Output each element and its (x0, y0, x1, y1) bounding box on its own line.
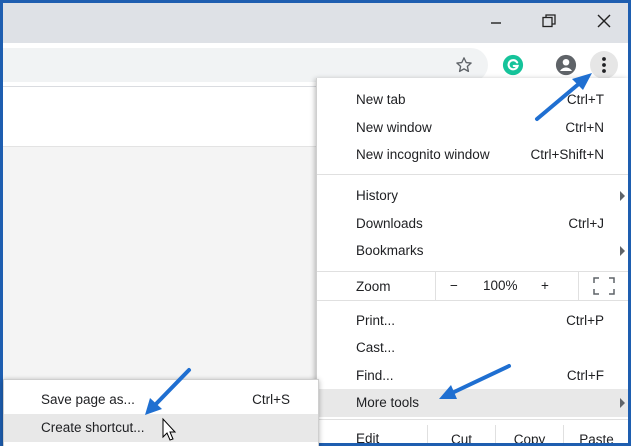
zoom-out-button[interactable]: − (450, 278, 458, 293)
submenu-item-create-shortcut[interactable]: Create shortcut... (4, 414, 318, 442)
menu-item-label: History (356, 188, 399, 203)
submenu-arrow-icon (620, 398, 625, 408)
menu-item-label: Save page as... (41, 392, 135, 407)
zoom-level: 100% (483, 278, 518, 293)
menu-item-label: More tools (356, 395, 420, 410)
restore-icon (542, 14, 556, 28)
more-menu-button[interactable] (590, 51, 618, 79)
menu-item-new-window[interactable]: New window Ctrl+N (317, 114, 628, 142)
menu-item-zoom: Zoom − 100% + (317, 272, 628, 300)
submenu-arrow-icon (620, 191, 625, 201)
title-bar (3, 3, 628, 43)
browser-main-menu: New tab Ctrl+T New window Ctrl+N New inc… (316, 78, 628, 443)
menu-item-shortcut: Ctrl+Shift+N (530, 147, 604, 162)
restore-button[interactable] (526, 7, 572, 35)
menu-item-new-incognito-window[interactable]: New incognito window Ctrl+Shift+N (317, 141, 628, 169)
close-icon (597, 14, 611, 28)
menu-item-label: Edit (356, 431, 380, 443)
menu-item-history[interactable]: History (317, 182, 628, 210)
menu-item-shortcut: Ctrl+N (565, 120, 604, 135)
close-button[interactable] (581, 7, 627, 35)
menu-item-edit: Edit Cut Copy Paste (317, 425, 628, 443)
menu-item-shortcut: Ctrl+F (566, 368, 604, 383)
zoom-in-button[interactable]: + (541, 278, 549, 293)
star-icon (456, 57, 472, 73)
fullscreen-button[interactable] (578, 272, 628, 300)
menu-item-more-tools[interactable]: More tools (317, 389, 628, 417)
menu-item-shortcut: Ctrl+J (568, 216, 604, 231)
submenu-arrow-icon (620, 246, 625, 256)
profile-button[interactable] (552, 51, 580, 79)
menu-item-label: Find... (356, 368, 394, 383)
menu-item-shortcut: Ctrl+S (252, 392, 290, 407)
more-tools-submenu: Save page as... Ctrl+S Create shortcut..… (3, 379, 319, 446)
menu-item-label: Downloads (356, 216, 423, 231)
menu-item-label: New tab (356, 92, 406, 107)
browser-window: New tab Ctrl+T New window Ctrl+N New inc… (3, 3, 628, 443)
minimize-icon (491, 22, 501, 24)
menu-item-shortcut: Ctrl+P (566, 313, 604, 328)
menu-item-print[interactable]: Print... Ctrl+P (317, 307, 628, 335)
cut-label: Cut (450, 431, 472, 444)
menu-item-label: Create shortcut... (41, 420, 145, 435)
copy-label: Copy (513, 431, 546, 444)
paste-button[interactable]: Paste (563, 425, 628, 443)
menu-item-label: Bookmarks (356, 243, 424, 258)
menu-item-cast[interactable]: Cast... (317, 334, 628, 362)
menu-item-label: New incognito window (356, 147, 490, 162)
menu-item-bookmarks[interactable]: Bookmarks (317, 237, 628, 265)
grammarly-extension-button[interactable] (499, 51, 527, 79)
menu-divider (317, 300, 628, 301)
menu-item-new-tab[interactable]: New tab Ctrl+T (317, 86, 628, 114)
fullscreen-icon (593, 277, 615, 295)
paste-label: Paste (579, 431, 614, 444)
copy-button[interactable]: Copy (495, 425, 563, 443)
menu-item-label: New window (356, 120, 432, 135)
menu-item-label: Print... (356, 313, 396, 328)
more-vertical-icon (602, 57, 606, 73)
grammarly-icon (502, 54, 524, 76)
bookmark-star-button[interactable] (450, 51, 478, 79)
profile-icon (555, 54, 577, 76)
minimize-button[interactable] (473, 7, 519, 35)
menu-item-shortcut: Ctrl+T (566, 92, 604, 107)
menu-item-label: Zoom (356, 279, 391, 294)
menu-divider (317, 419, 628, 420)
submenu-item-save-page-as[interactable]: Save page as... Ctrl+S (4, 386, 318, 414)
menu-item-find[interactable]: Find... Ctrl+F (317, 362, 628, 390)
address-bar[interactable] (3, 48, 488, 82)
menu-item-downloads[interactable]: Downloads Ctrl+J (317, 210, 628, 238)
cut-button[interactable]: Cut (427, 425, 495, 443)
menu-item-label: Cast... (356, 340, 396, 355)
menu-divider (317, 174, 628, 175)
